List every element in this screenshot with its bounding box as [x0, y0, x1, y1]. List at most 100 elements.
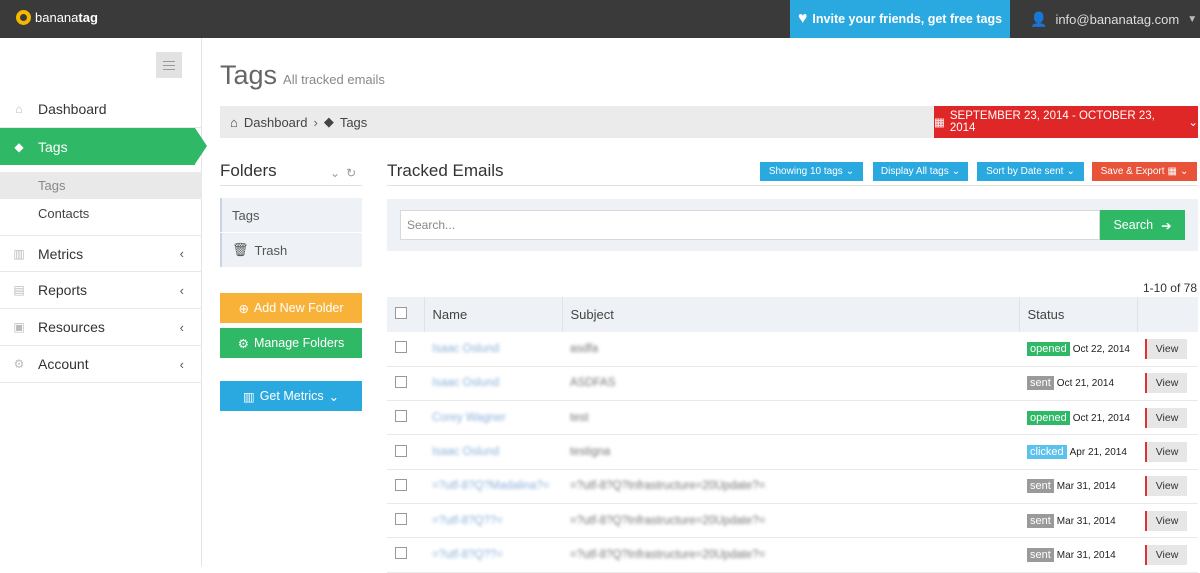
search-button[interactable]: Search ➔	[1100, 210, 1185, 240]
search-panel: Search ➔	[387, 199, 1198, 251]
row-name[interactable]: =?utf-8?Q??=	[424, 503, 562, 539]
breadcrumb-dashboard[interactable]: Dashboard	[244, 115, 308, 130]
tags-icon: ◆	[323, 114, 334, 129]
view-button[interactable]: View	[1145, 510, 1187, 531]
select-all-checkbox[interactable]	[395, 307, 407, 319]
row-actions: View	[1137, 537, 1198, 573]
sort-dropdown[interactable]: Sort by Date sent ⌄	[977, 162, 1084, 181]
sidebar-item-reports[interactable]: ▤ Reports ‹	[0, 272, 202, 309]
email-subject: =?utf-8?Q?Infrastructure=20Update?=	[570, 480, 766, 493]
showing-tags-dropdown[interactable]: Showing 10 tags ⌄	[760, 162, 863, 181]
column-header-subject[interactable]: Subject	[562, 297, 1020, 332]
recipient-name[interactable]: =?utf-8?Q??=	[432, 549, 503, 561]
row-actions: View	[1137, 366, 1198, 402]
button-label: Manage Folders	[253, 336, 345, 350]
recipient-name[interactable]: =?utf-8?Q??=	[432, 515, 503, 527]
column-header-name[interactable]: Name	[424, 297, 563, 332]
date-range-picker[interactable]: ▦ SEPTEMBER 23, 2014 - OCTOBER 23, 2014 …	[934, 106, 1198, 138]
search-input[interactable]	[400, 210, 1100, 240]
view-button[interactable]: View	[1145, 476, 1187, 497]
recipient-name[interactable]: Isaac Oslund	[432, 446, 499, 458]
recipient-name[interactable]: Corey Wagner	[432, 412, 506, 424]
view-button[interactable]: View	[1145, 373, 1187, 394]
arrow-right-circle-icon: ➔	[1161, 218, 1172, 233]
row-checkbox[interactable]	[395, 478, 407, 491]
row-name[interactable]: Isaac Oslund	[424, 366, 562, 402]
status-badge: sent	[1027, 513, 1054, 528]
sidebar-item-resources[interactable]: ▣ Resources ‹	[0, 309, 202, 346]
bar-chart-icon: ▥	[242, 389, 255, 404]
row-subject: =?utf-8?Q?Infrastructure=20Update?=	[562, 537, 1019, 573]
table-row[interactable]: Isaac Oslund testigna clicked Apr 21, 2014 V…	[387, 434, 1198, 470]
row-status: opened Oct 21, 2014	[1019, 400, 1137, 436]
view-button[interactable]: View	[1145, 544, 1187, 565]
row-checkbox[interactable]	[395, 513, 407, 526]
display-tags-dropdown[interactable]: Display All tags ⌄	[873, 162, 968, 181]
row-name[interactable]: =?utf-8?Q?Madalina?=	[424, 469, 562, 504]
recipient-name[interactable]: =?utf-8?Q?Madalina?=	[432, 480, 550, 492]
logo[interactable]: banana tag	[16, 10, 98, 25]
table-row[interactable]: =?utf-8?Q?Madalina?= =?utf-8?Q?Infrastruc…	[387, 469, 1198, 504]
row-checkbox[interactable]	[395, 444, 407, 457]
book-icon: ▣	[13, 320, 25, 334]
row-checkbox[interactable]	[395, 547, 407, 560]
table-row[interactable]: Corey Wagner test opened Oct 21, 2014 View	[387, 400, 1198, 436]
folder-item-trash[interactable]: 🗑 Trash	[220, 233, 362, 267]
recipient-name[interactable]: Isaac Oslund	[432, 343, 499, 355]
row-name[interactable]: Corey Wagner	[424, 400, 562, 436]
folder-list: Tags 🗑 Trash	[220, 198, 362, 268]
row-checkbox[interactable]	[395, 375, 407, 388]
row-name[interactable]: Isaac Oslund	[424, 332, 562, 367]
row-checkbox[interactable]	[395, 410, 407, 423]
home-icon: ⌂	[15, 102, 23, 116]
chevron-down-icon[interactable]: ⌄	[330, 166, 340, 180]
get-metrics-button[interactable]: ▥ Get Metrics ⌄	[220, 381, 362, 411]
table-row[interactable]: =?utf-8?Q??= =?utf-8?Q?Infrastructure=20U…	[387, 503, 1198, 539]
save-export-dropdown[interactable]: Save & Export ▦ ⌄	[1092, 162, 1197, 181]
sidebar-subitem-contacts[interactable]: Contacts	[0, 200, 202, 227]
view-button[interactable]: View	[1145, 407, 1187, 428]
status-badge: clicked	[1027, 445, 1067, 460]
sidebar-item-label: Tags	[38, 138, 68, 155]
recipient-name[interactable]: Isaac Oslund	[432, 377, 499, 389]
sidebar: ⌂ Dashboard ◆ Tags Tags Contacts ▥ Metri…	[0, 38, 207, 566]
sidebar-subitem-tags[interactable]: Tags	[0, 172, 202, 199]
invite-friends-button[interactable]: ♥ Invite your friends, get free tags	[790, 0, 1010, 38]
sidebar-item-label: Account	[38, 356, 89, 372]
view-button[interactable]: View	[1145, 442, 1187, 463]
sidebar-item-account[interactable]: ⚙ Account ‹	[0, 346, 202, 383]
chevron-left-icon: ‹	[179, 282, 184, 298]
sidebar-item-tags[interactable]: ◆ Tags	[0, 128, 207, 165]
user-menu[interactable]: 👤 info@bananatag.com ▼	[1030, 0, 1197, 38]
column-header-status[interactable]: Status	[1019, 297, 1138, 332]
calendar-icon: ▦	[934, 117, 945, 129]
row-checkbox[interactable]	[395, 341, 407, 354]
sidebar-item-label: Resources	[38, 319, 105, 335]
row-name[interactable]: =?utf-8?Q??=	[424, 537, 562, 573]
folder-item-tags[interactable]: Tags	[220, 198, 362, 232]
chevron-left-icon: ‹	[179, 356, 184, 372]
dropdown-label: Sort by Date sent	[986, 166, 1064, 177]
refresh-icon[interactable]: ↻	[346, 166, 356, 180]
sidebar-item-dashboard[interactable]: ⌂ Dashboard	[0, 91, 202, 128]
chevron-left-icon: ‹	[179, 246, 184, 261]
row-subject: ASDFAS	[562, 366, 1019, 402]
page-subtitle: All tracked emails	[283, 72, 385, 87]
sidebar-item-metrics[interactable]: ▥ Metrics ‹	[0, 235, 202, 272]
table-row[interactable]: Isaac Oslund asdfa opened Oct 22, 2014 View	[387, 332, 1198, 367]
table-row[interactable]: =?utf-8?Q??= =?utf-8?Q?Infrastructure=20U…	[387, 537, 1198, 573]
column-header-actions	[1137, 297, 1198, 332]
add-new-folder-button[interactable]: ⊕ Add New Folder	[220, 293, 362, 323]
page-title: Tags All tracked emails	[220, 60, 385, 91]
manage-folders-button[interactable]: ⚙ Manage Folders	[220, 328, 362, 358]
logo-text-part1: banana	[35, 10, 79, 25]
menu-toggle-button[interactable]	[156, 52, 182, 78]
chevron-down-icon: ⌄	[845, 166, 855, 177]
dropdown-label: Save & Export	[1100, 166, 1165, 177]
row-subject: =?utf-8?Q?Infrastructure=20Update?=	[562, 503, 1019, 539]
table-row[interactable]: Isaac Oslund ASDFAS sent Oct 21, 2014 View	[387, 366, 1198, 402]
button-label: Search	[1113, 218, 1154, 232]
row-select-cell	[387, 400, 424, 436]
row-name[interactable]: Isaac Oslund	[424, 434, 562, 470]
view-button[interactable]: View	[1145, 338, 1187, 359]
